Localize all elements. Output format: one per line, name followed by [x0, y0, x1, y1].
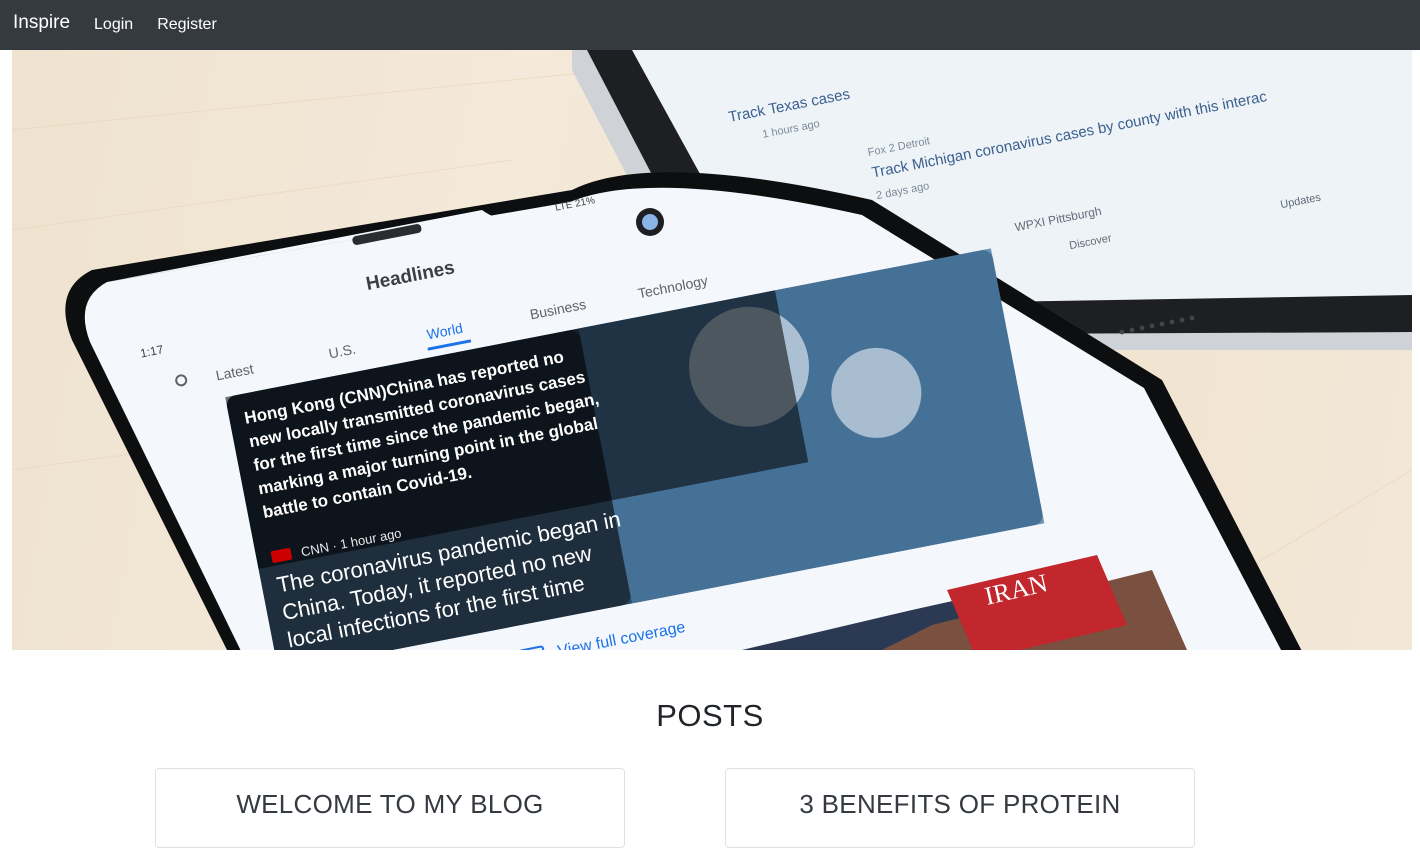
- post-card[interactable]: WELCOME TO MY BLOG: [155, 768, 625, 848]
- brand-link[interactable]: Inspire: [13, 12, 70, 34]
- post-card-title[interactable]: 3 BENEFITS OF PROTEIN: [726, 789, 1194, 820]
- login-link[interactable]: Login: [94, 16, 133, 34]
- hero-image: Track Texas cases 1 hours ago Fox 2 Detr…: [12, 50, 1412, 650]
- hero-illustration: Track Texas cases 1 hours ago Fox 2 Detr…: [12, 50, 1412, 650]
- post-card-title[interactable]: WELCOME TO MY BLOG: [156, 789, 624, 820]
- register-link[interactable]: Register: [157, 16, 217, 34]
- posts-heading: POSTS: [656, 698, 764, 733]
- post-card[interactable]: 3 BENEFITS OF PROTEIN: [725, 768, 1195, 848]
- navbar: Inspire Login Register: [0, 0, 1420, 50]
